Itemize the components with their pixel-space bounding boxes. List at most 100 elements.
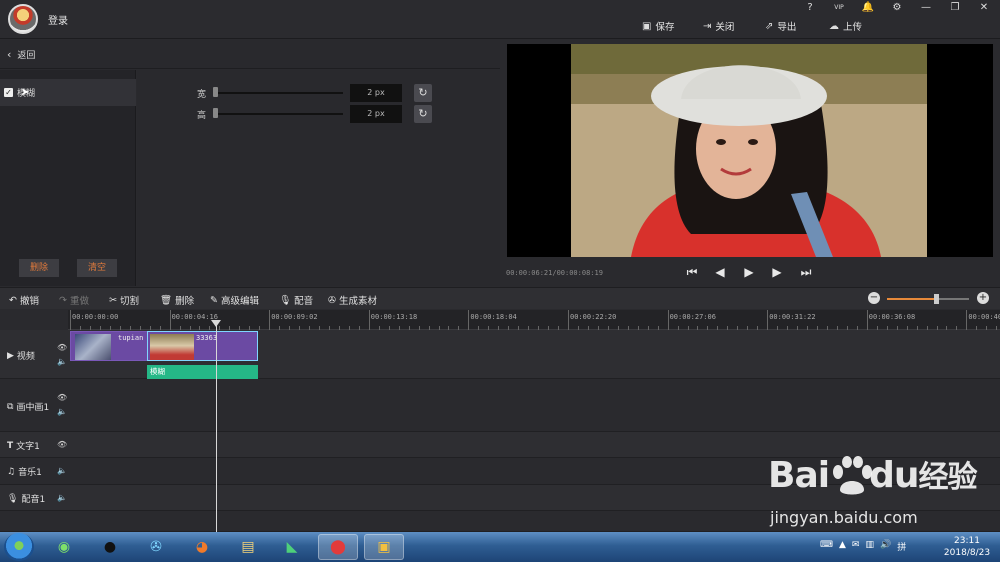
- timeline-clip-selected[interactable]: 33363: [147, 331, 258, 361]
- qq-icon[interactable]: ●: [90, 534, 130, 560]
- filter-params-panel: 宽 2 px ↻ 高 2 px ↻: [137, 70, 500, 286]
- speaker-icon[interactable]: 🔈: [57, 407, 67, 416]
- preview-panel: 00:00:06:21/00:00:08:19 ⏮ ◀ ▶ ▶ ⏭: [501, 40, 1000, 286]
- network-icon[interactable]: ▥: [865, 540, 874, 553]
- speaker-icon[interactable]: 🔈: [57, 466, 67, 475]
- trash-icon: 🗑: [160, 294, 173, 306]
- save-icon: ▣: [642, 20, 652, 32]
- export-button[interactable]: ⇗ 导出: [765, 19, 796, 34]
- dub-button[interactable]: 🎙 配音: [279, 293, 313, 308]
- keyboard-icon[interactable]: ⌨: [820, 540, 833, 553]
- eye-icon[interactable]: 👁: [57, 440, 67, 449]
- generate-material-button[interactable]: ✇ 生成素材: [328, 293, 377, 308]
- bell-icon[interactable]: 🔔: [857, 1, 879, 15]
- undo-icon: ↶: [9, 294, 17, 306]
- app-flag-icon[interactable]: ◣: [272, 534, 312, 560]
- recorder-icon[interactable]: ⬤: [318, 534, 358, 560]
- reset-icon[interactable]: ↻: [414, 105, 432, 123]
- help-icon[interactable]: ?: [799, 1, 821, 15]
- taskbar-clock[interactable]: 23:11 2018/8/23: [938, 535, 996, 559]
- advanced-edit-button[interactable]: ✎ 高级编辑: [210, 293, 259, 308]
- start-button[interactable]: [4, 533, 34, 561]
- back-button[interactable]: ‹ 返回: [0, 40, 500, 69]
- skip-to-start-icon[interactable]: ⏮: [684, 264, 700, 280]
- close-project-button[interactable]: ⇥ 关闭: [703, 19, 734, 34]
- reset-icon[interactable]: ↻: [414, 84, 432, 102]
- ruler-tick: [568, 310, 569, 330]
- tray-arrow-icon[interactable]: ▲: [839, 540, 846, 553]
- input-method-icon[interactable]: 拼: [897, 540, 906, 553]
- zoom-out-icon[interactable]: −: [868, 292, 880, 304]
- delete-button[interactable]: 🗑 删除: [160, 293, 194, 308]
- save-button[interactable]: ▣ 保存: [642, 19, 674, 34]
- effect-bar-blur[interactable]: 模糊: [147, 365, 258, 379]
- param-row-height: 高 2 px ↻: [137, 105, 500, 123]
- next-frame-icon[interactable]: ▶: [769, 264, 785, 280]
- upload-button[interactable]: ☁ 上传: [829, 19, 862, 34]
- close-icon[interactable]: ✕: [973, 1, 995, 15]
- zoom-slider[interactable]: [887, 294, 969, 304]
- param-slider-handle[interactable]: [213, 108, 218, 118]
- pencil-icon: ✎: [210, 294, 218, 306]
- ruler-tick: [966, 310, 968, 330]
- speaker-icon[interactable]: 🔈: [57, 493, 67, 502]
- redo-button[interactable]: ↷ 重做: [59, 293, 89, 308]
- video-editor-app-icon[interactable]: ▣: [364, 534, 404, 560]
- exit-icon: ⇥: [703, 20, 712, 32]
- previous-frame-icon[interactable]: ◀: [712, 264, 728, 280]
- windows-taskbar: ◉ ● ✇ ◕ ▤ ◣ ⬤ ▣ ⌨ ▲ ✉ ▥ 🔊 拼 23:11 2018/8…: [0, 532, 1000, 562]
- media-player-icon[interactable]: ✇: [136, 534, 176, 560]
- login-link[interactable]: 登录: [48, 12, 68, 27]
- wechat-icon[interactable]: ✉: [852, 540, 860, 553]
- delete-filter-button[interactable]: 删除: [19, 259, 59, 277]
- eye-icon[interactable]: 👁: [57, 343, 67, 352]
- skip-to-end-icon[interactable]: ⏭: [798, 264, 814, 280]
- track-label-pip: ⧉ 画中画1: [7, 401, 50, 414]
- ruler-tick: [468, 310, 470, 330]
- video-canvas: [507, 44, 993, 257]
- param-slider-track[interactable]: [213, 92, 343, 94]
- clip-thumbnail: [150, 334, 194, 360]
- zoom-in-icon[interactable]: +: [977, 292, 989, 304]
- param-label: 高: [197, 111, 207, 121]
- param-value-input[interactable]: 2 px: [350, 105, 402, 123]
- track-label-voice: 🎙 配音1: [7, 493, 46, 506]
- filter-item-blur[interactable]: ✓ 模糊 ➤: [0, 79, 136, 106]
- gear-icon[interactable]: ⚙: [886, 1, 908, 15]
- clock-time: 23:11: [954, 536, 980, 546]
- export-icon: ⇗: [765, 20, 774, 32]
- portrait-photo: [571, 44, 927, 257]
- speaker-icon[interactable]: 🔈: [57, 357, 67, 366]
- ruler-tick-label: 00:00:00:00: [72, 313, 119, 321]
- volume-icon[interactable]: 🔊: [880, 540, 891, 553]
- vip-icon[interactable]: VIP: [828, 1, 850, 15]
- timeline-ruler[interactable]: 00:00:00:00 00:00:04:16 00:00:09:02 00:00:1…: [68, 310, 1000, 330]
- cut-button[interactable]: ✂ 切割: [109, 293, 139, 308]
- undo-button[interactable]: ↶ 撤销: [9, 293, 39, 308]
- preview-frame-image: [571, 44, 927, 257]
- ruler-tick: [269, 310, 271, 330]
- ruler-tick: [866, 310, 868, 330]
- mouse-cursor-icon: ➤: [21, 87, 30, 98]
- param-slider-handle[interactable]: [213, 87, 218, 97]
- video-track-icon: ▶: [7, 350, 14, 361]
- clear-filter-button[interactable]: 清空: [77, 259, 117, 277]
- timeline-clip[interactable]: tupian: [70, 331, 148, 361]
- param-slider-track[interactable]: [213, 113, 343, 115]
- play-icon[interactable]: ▶: [741, 264, 757, 280]
- eye-icon[interactable]: 👁: [57, 393, 67, 402]
- firefox-icon[interactable]: ◕: [182, 534, 222, 560]
- restore-icon[interactable]: ❐: [944, 1, 966, 15]
- browser-360-icon[interactable]: ◉: [44, 534, 84, 560]
- clip-thumbnail: [75, 334, 111, 360]
- zoom-slider-handle[interactable]: [934, 294, 940, 304]
- filter-list: ✓ 模糊 ➤ 删除 清空: [0, 70, 136, 286]
- file-explorer-icon[interactable]: ▤: [228, 534, 268, 560]
- baidu-jingyan-watermark: Bai du经验 jingyan.baidu.com: [768, 452, 978, 530]
- text-track-icon: T: [7, 440, 14, 451]
- filter-checkbox[interactable]: ✓: [4, 88, 13, 97]
- minimize-icon[interactable]: —: [915, 1, 937, 15]
- param-value-input[interactable]: 2 px: [350, 84, 402, 102]
- ruler-tick-label: 00:00:22:20: [570, 313, 617, 321]
- paw-icon: [833, 456, 872, 495]
